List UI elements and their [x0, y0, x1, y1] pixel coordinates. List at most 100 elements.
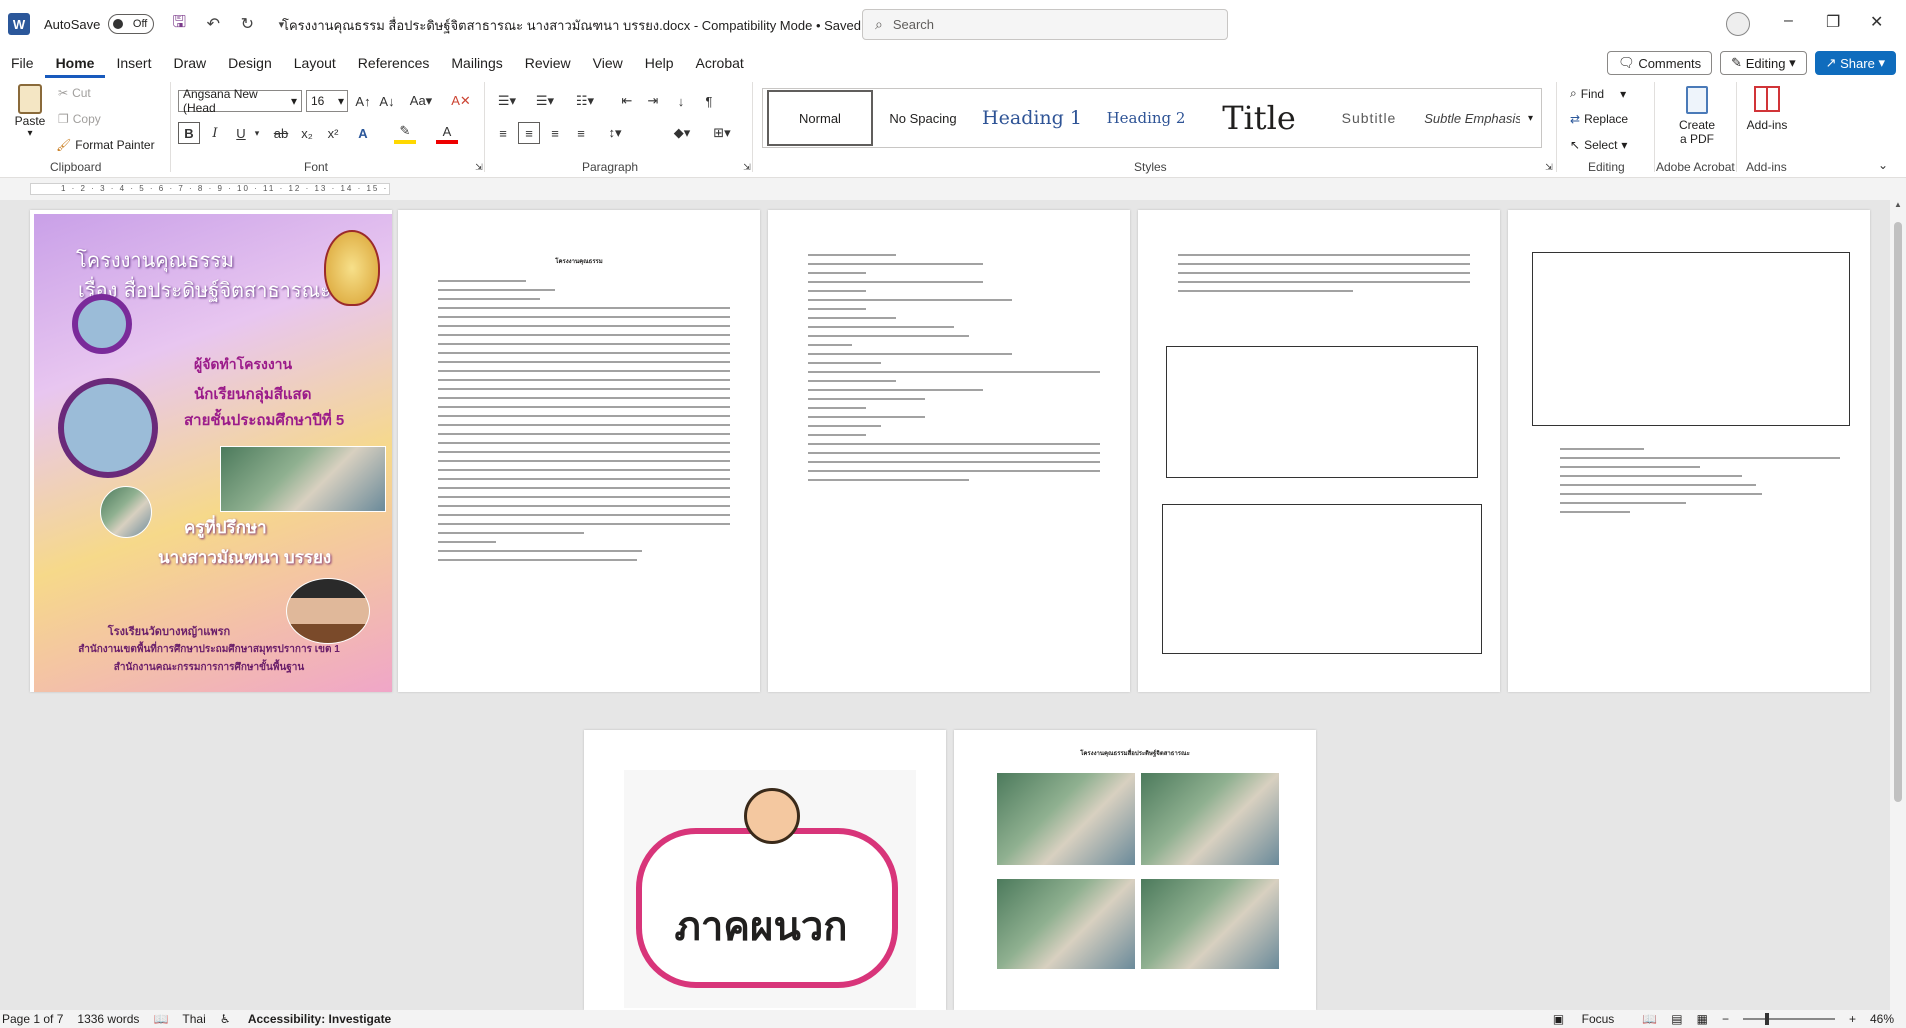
subscript-icon[interactable]: x₂: [296, 122, 318, 144]
tab-insert[interactable]: Insert: [105, 48, 162, 78]
page-2[interactable]: โครงงานคุณธรรม: [398, 210, 760, 692]
bullets-icon[interactable]: ☰▾: [492, 90, 522, 112]
italic-icon[interactable]: I: [204, 122, 226, 144]
increase-indent-icon[interactable]: ⇥: [642, 90, 664, 112]
dialog-launcher-icon[interactable]: ⇲: [468, 156, 490, 178]
numbering-icon[interactable]: ☰▾: [530, 90, 560, 112]
superscript-icon[interactable]: x²: [322, 122, 344, 144]
tab-draw[interactable]: Draw: [162, 48, 217, 78]
web-layout-icon[interactable]: ▦: [1697, 1012, 1708, 1026]
tab-mailings[interactable]: Mailings: [440, 48, 513, 78]
tab-design[interactable]: Design: [217, 48, 283, 78]
styles-more-icon[interactable]: ▾: [1520, 88, 1542, 148]
share-button[interactable]: ↗ Share ▾: [1814, 51, 1896, 75]
tab-help[interactable]: Help: [634, 48, 685, 78]
focus-button[interactable]: ▣ Focus: [1553, 1012, 1628, 1026]
align-right-icon[interactable]: ≡: [544, 122, 566, 144]
user-avatar[interactable]: [1726, 12, 1750, 36]
minimize-icon[interactable]: –: [1784, 12, 1793, 30]
language-indicator[interactable]: Thai: [182, 1012, 205, 1026]
decrease-indent-icon[interactable]: ⇤: [616, 90, 638, 112]
dialog-launcher-icon[interactable]: ⇲: [736, 156, 758, 178]
font-color-icon[interactable]: A: [436, 122, 458, 144]
style-title[interactable]: Title: [1201, 90, 1317, 146]
format-painter-button[interactable]: 🖌 Format Painter: [56, 138, 155, 152]
undo-icon[interactable]: ↶: [204, 14, 222, 34]
style-no-spacing[interactable]: No Spacing: [873, 90, 973, 146]
grow-font-icon[interactable]: A↑: [352, 90, 374, 112]
tab-view[interactable]: View: [582, 48, 634, 78]
accessibility-status[interactable]: ♿ Accessibility: Investigate: [220, 1012, 406, 1026]
tab-references[interactable]: References: [347, 48, 441, 78]
word-app-icon[interactable]: W: [8, 13, 30, 35]
chevron-down-icon[interactable]: ▾: [246, 122, 268, 144]
style-normal[interactable]: Normal: [767, 90, 873, 146]
clear-formatting-icon[interactable]: A✕: [450, 90, 472, 112]
bold-icon[interactable]: B: [178, 122, 200, 144]
page-5[interactable]: [1508, 210, 1870, 692]
text-effects-icon[interactable]: A: [352, 122, 374, 144]
proofing-icon[interactable]: 📖: [153, 1012, 168, 1026]
tab-file[interactable]: File: [0, 48, 45, 78]
shading-icon[interactable]: ◆▾: [666, 122, 698, 144]
horizontal-ruler[interactable]: 1 · 2 · 3 · 4 · 5 · 6 · 7 · 8 · 9 · 10 ·…: [0, 178, 1906, 200]
search-box[interactable]: ⌕ Search: [862, 9, 1228, 40]
tab-layout[interactable]: Layout: [283, 48, 347, 78]
add-ins-button[interactable]: Add-ins: [1742, 86, 1792, 132]
document-title[interactable]: โครงงานคุณธรรม สื่อประดิษฐ์จิตสาธารณะ นา…: [282, 15, 876, 36]
scrollbar-thumb[interactable]: [1894, 222, 1902, 802]
redo-icon[interactable]: ↻: [238, 14, 256, 34]
show-formatting-marks-icon[interactable]: ¶: [698, 90, 720, 112]
style-heading-2[interactable]: Heading 2: [1091, 90, 1201, 146]
zoom-in-icon[interactable]: +: [1849, 1012, 1856, 1026]
document-canvas[interactable]: โครงงานคุณธรรม เรื่อง สื่อประดิษฐ์จิตสาธ…: [0, 200, 1890, 1010]
tab-home[interactable]: Home: [44, 48, 106, 78]
page-appendix[interactable]: ภาคผนวก: [584, 730, 946, 1010]
style-subtitle[interactable]: Subtitle: [1317, 90, 1421, 146]
autosave-toggle[interactable]: Off: [108, 14, 155, 34]
line-spacing-icon[interactable]: ↕▾: [598, 122, 632, 144]
zoom-slider-thumb[interactable]: [1764, 1013, 1769, 1025]
shrink-font-icon[interactable]: A↓: [376, 90, 398, 112]
editing-mode-button[interactable]: ✎ Editing ▾: [1720, 51, 1807, 75]
save-icon[interactable]: 🖫: [170, 11, 188, 38]
tab-acrobat[interactable]: Acrobat: [685, 48, 755, 78]
paste-button[interactable]: Paste ▾: [12, 84, 48, 139]
sort-icon[interactable]: ↓: [670, 90, 692, 112]
tab-review[interactable]: Review: [514, 48, 582, 78]
multilevel-list-icon[interactable]: ☷▾: [570, 90, 600, 112]
page-photos[interactable]: โครงงานคุณธรรมสื่อประดิษฐ์จิตสาธารณะ: [954, 730, 1316, 1010]
close-icon[interactable]: ✕: [1870, 12, 1883, 32]
cut-button[interactable]: ✂ Cut: [58, 86, 91, 100]
font-family-select[interactable]: Angsana New (Head ▾: [178, 87, 302, 115]
restore-icon[interactable]: ❐: [1826, 12, 1840, 32]
change-case-icon[interactable]: Aa▾: [406, 90, 436, 112]
highlight-icon[interactable]: ✎: [394, 122, 416, 144]
create-pdf-button[interactable]: Create a PDF: [1672, 86, 1722, 146]
vertical-scrollbar[interactable]: ▲: [1890, 200, 1906, 1010]
page-4[interactable]: [1138, 210, 1500, 692]
zoom-out-icon[interactable]: −: [1722, 1012, 1729, 1026]
zoom-level[interactable]: 46%: [1870, 1012, 1894, 1026]
justify-icon[interactable]: ≡: [570, 122, 592, 144]
select-button[interactable]: ↖ Select ▾: [1570, 138, 1627, 152]
align-left-icon[interactable]: ≡: [492, 122, 514, 144]
style-heading-1[interactable]: Heading 1: [973, 90, 1091, 146]
font-size-select[interactable]: 16 ▾: [306, 90, 348, 112]
comments-button[interactable]: 🗨 Comments: [1607, 51, 1713, 75]
scroll-up-icon[interactable]: ▲: [1890, 200, 1906, 209]
collapse-ribbon-icon[interactable]: ⌄: [1872, 154, 1894, 176]
read-mode-icon[interactable]: 📖: [1642, 1012, 1657, 1026]
align-center-icon[interactable]: ≡: [518, 122, 540, 144]
word-count[interactable]: 1336 words: [77, 1012, 139, 1026]
find-button[interactable]: ⌕ Find ▾: [1570, 86, 1626, 101]
print-layout-icon[interactable]: ▤: [1671, 1012, 1682, 1026]
copy-button[interactable]: ❐ Copy: [58, 112, 101, 126]
page-3[interactable]: [768, 210, 1130, 692]
borders-icon[interactable]: ⊞▾: [706, 122, 738, 144]
page-cover[interactable]: โครงงานคุณธรรม เรื่อง สื่อประดิษฐ์จิตสาธ…: [30, 210, 392, 692]
strikethrough-icon[interactable]: ab: [270, 122, 292, 144]
style-subtle-emphasis[interactable]: Subtle Emphasis: [1421, 90, 1525, 146]
page-count[interactable]: Page 1 of 7: [2, 1012, 63, 1026]
replace-button[interactable]: ⇄ Replace: [1570, 112, 1628, 126]
